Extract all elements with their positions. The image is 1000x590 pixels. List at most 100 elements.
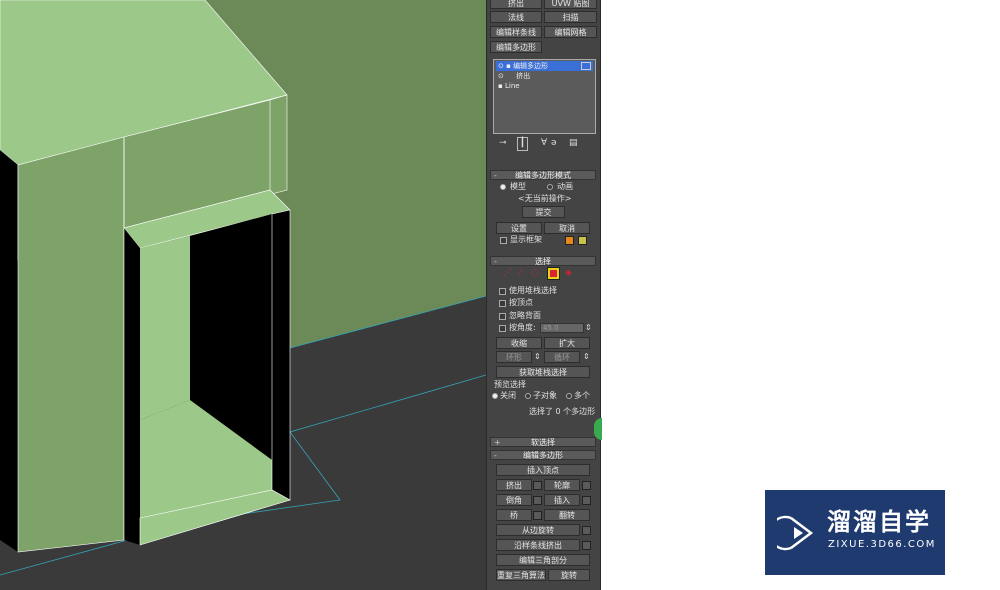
modifier-btn-sweep[interactable]: 扫描 bbox=[544, 11, 597, 23]
rollout-title: 选择 bbox=[535, 257, 551, 266]
use-stack-selection-label: 使用堆栈选择 bbox=[509, 286, 557, 295]
door-right-jamb bbox=[271, 209, 291, 501]
outline-settings-icon[interactable] bbox=[582, 481, 591, 490]
no-current-operation: <无当前操作> bbox=[518, 194, 572, 203]
block-front-pillar bbox=[17, 136, 125, 553]
cage-color-swatch-1[interactable] bbox=[565, 236, 574, 245]
preview-off-radio[interactable] bbox=[492, 393, 498, 399]
label-animate: 动画 bbox=[557, 182, 573, 191]
make-unique-icon[interactable]: ∀ bbox=[541, 138, 547, 148]
door-left-jamb bbox=[124, 228, 140, 545]
commit-button[interactable]: 提交 bbox=[522, 206, 565, 218]
preview-off-label: 关闭 bbox=[500, 391, 516, 400]
bridge-button[interactable]: 桥 bbox=[496, 509, 532, 521]
ring-button[interactable]: 环形 bbox=[496, 351, 532, 363]
vertex-mode-icon[interactable]: ⋰ bbox=[503, 268, 512, 278]
cancel-button[interactable]: 取消 bbox=[544, 222, 590, 234]
bevel-settings-icon[interactable] bbox=[533, 496, 542, 505]
watermark-logo: 溜溜自学 ZIXUE.3D66.COM bbox=[765, 490, 945, 575]
block-left-side bbox=[0, 150, 18, 552]
preview-subobject-radio[interactable] bbox=[525, 393, 531, 399]
turn-button[interactable]: 旋转 bbox=[548, 569, 590, 581]
border-mode-icon[interactable]: ◌ bbox=[531, 268, 539, 278]
angle-input[interactable]: 45.0 bbox=[540, 323, 584, 333]
inset-button[interactable]: 插入 bbox=[544, 494, 580, 506]
shrink-button[interactable]: 收缩 bbox=[496, 337, 542, 349]
ring-spinner-icon[interactable]: ⇕ bbox=[534, 352, 541, 362]
by-vertex-checkbox[interactable] bbox=[499, 300, 506, 307]
flip-button[interactable]: 翻转 bbox=[544, 509, 590, 521]
stack-item-extrude[interactable]: ⊙ 挤出 bbox=[496, 71, 593, 81]
show-cage-checkbox[interactable] bbox=[500, 237, 507, 244]
rollout-soft-selection[interactable]: + 软选择 bbox=[490, 437, 596, 447]
inset-settings-icon[interactable] bbox=[582, 496, 591, 505]
edge-mode-icon[interactable]: ⟋ bbox=[517, 268, 523, 278]
loop-spinner-icon[interactable]: ⇕ bbox=[583, 352, 590, 362]
rollout-title: 编辑多边形 bbox=[523, 451, 563, 460]
bridge-settings-icon[interactable] bbox=[533, 511, 542, 520]
cage-color-swatch-2[interactable] bbox=[578, 236, 587, 245]
3d-viewport[interactable] bbox=[0, 0, 486, 590]
watermark-title: 溜溜自学 bbox=[827, 508, 931, 536]
insert-vertex-button[interactable]: 插入顶点 bbox=[496, 464, 590, 476]
extrude-spline-settings-icon[interactable] bbox=[582, 541, 591, 550]
edit-triangulation-button[interactable]: 编辑三角剖分 bbox=[496, 554, 590, 566]
extrude-settings-icon[interactable] bbox=[533, 481, 542, 490]
stack-item-pin-icon[interactable] bbox=[581, 62, 591, 70]
element-mode-icon[interactable]: ◈ bbox=[565, 268, 572, 278]
by-angle-label: 按角度: bbox=[509, 323, 536, 332]
grow-button[interactable]: 扩大 bbox=[544, 337, 590, 349]
rollout-edit-polygons[interactable]: - 编辑多边形 bbox=[490, 450, 596, 460]
stack-item-line[interactable]: ▪ Line bbox=[496, 81, 593, 91]
radio-animate[interactable] bbox=[547, 184, 553, 190]
bevel-button[interactable]: 倒角 bbox=[496, 494, 532, 506]
preview-multi-radio[interactable] bbox=[566, 393, 572, 399]
command-panel: 挤出 UVW 贴图 法线 扫描 编辑样条线 编辑网格 编辑多边形 ⊙ ▪ 编辑多… bbox=[486, 0, 602, 590]
settings-button[interactable]: 设置 bbox=[496, 222, 542, 234]
extrude-along-spline-button[interactable]: 沿样条线挤出 bbox=[496, 539, 580, 551]
modifier-stack[interactable]: ⊙ ▪ 编辑多边形 ⊙ 挤出 ▪ Line bbox=[493, 59, 596, 134]
play-icon bbox=[777, 515, 814, 551]
preview-subobject-label: 子对象 bbox=[533, 391, 557, 400]
label-model: 模型 bbox=[510, 182, 526, 191]
show-cage-label: 显示框架 bbox=[510, 235, 542, 244]
configure-sets-icon[interactable]: ▤ bbox=[569, 138, 578, 148]
use-stack-selection-checkbox[interactable] bbox=[499, 288, 506, 295]
subobject-level-row: ⋰ ⟋ ◌ ◈ bbox=[503, 267, 583, 280]
panel-side-tab[interactable] bbox=[594, 418, 602, 440]
show-end-result-icon[interactable]: ┃ bbox=[517, 137, 528, 151]
rollout-edit-poly-mode[interactable]: - 编辑多边形模式 bbox=[490, 170, 596, 180]
get-stack-selection-button[interactable]: 获取堆栈选择 bbox=[496, 366, 590, 378]
rollout-selection[interactable]: - 选择 bbox=[490, 256, 596, 266]
preview-selection-title: 预览选择 bbox=[494, 380, 526, 389]
ignore-backfacing-label: 忽略背面 bbox=[509, 311, 541, 320]
ignore-backfacing-checkbox[interactable] bbox=[499, 313, 506, 320]
outline-button[interactable]: 轮廓 bbox=[544, 479, 580, 491]
hinge-from-edge-button[interactable]: 从边旋转 bbox=[496, 524, 580, 536]
angle-spinner-icon[interactable]: ⇕ bbox=[585, 323, 592, 333]
retriangulate-button[interactable]: 重复三角算法 bbox=[496, 569, 546, 581]
radio-model[interactable] bbox=[500, 184, 506, 190]
hinge-settings-icon[interactable] bbox=[582, 526, 591, 535]
modifier-btn-edit-poly[interactable]: 编辑多边形 bbox=[490, 41, 542, 53]
by-angle-checkbox[interactable] bbox=[499, 325, 506, 332]
modifier-btn-normal[interactable]: 法线 bbox=[490, 11, 542, 23]
stack-item-edit-poly[interactable]: ⊙ ▪ 编辑多边形 bbox=[496, 61, 593, 71]
modifier-btn-uvw[interactable]: UVW 贴图 bbox=[544, 0, 597, 9]
watermark-url: ZIXUE.3D66.COM bbox=[828, 539, 936, 550]
pin-stack-icon[interactable]: ⊸ bbox=[499, 138, 507, 148]
remove-modifier-icon[interactable]: ǝ bbox=[551, 138, 557, 148]
modifier-btn-edit-spline[interactable]: 编辑样条线 bbox=[490, 26, 542, 38]
modifier-btn-extrude[interactable]: 挤出 bbox=[490, 0, 542, 9]
door-inner-wall bbox=[140, 236, 190, 420]
rollout-title: 软选择 bbox=[531, 438, 555, 447]
by-vertex-label: 按顶点 bbox=[509, 298, 533, 307]
preview-multi-label: 多个 bbox=[574, 391, 590, 400]
modifier-btn-edit-mesh[interactable]: 编辑网格 bbox=[544, 26, 597, 38]
polygon-mode-icon[interactable] bbox=[547, 267, 560, 280]
loop-button[interactable]: 循环 bbox=[544, 351, 580, 363]
stack-toolbar: ⊸ ┃ ∀ ǝ ▤ bbox=[493, 137, 596, 151]
selection-status: 选择了 0 个多边形 bbox=[529, 407, 596, 416]
rollout-title: 编辑多边形模式 bbox=[515, 171, 571, 180]
extrude-button[interactable]: 挤出 bbox=[496, 479, 532, 491]
